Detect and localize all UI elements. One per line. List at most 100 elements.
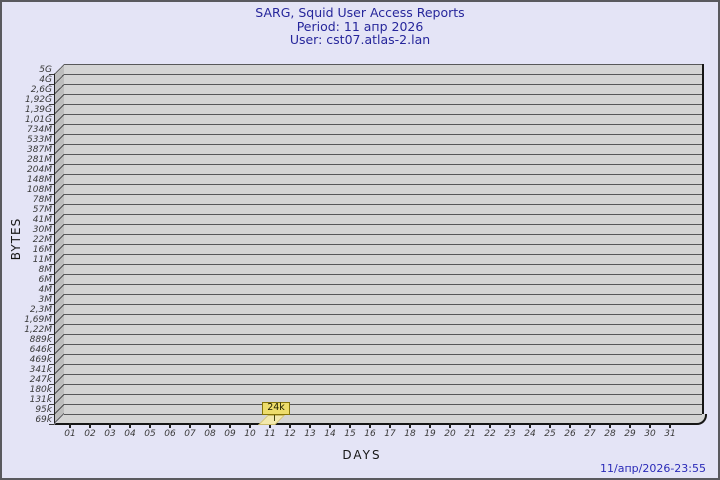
x-tick — [69, 423, 70, 428]
x-tick-label: 21 — [459, 429, 481, 439]
gridline — [64, 354, 702, 355]
x-tick — [489, 423, 490, 428]
x-tick — [149, 423, 150, 428]
gridline — [64, 264, 702, 265]
gridline — [64, 334, 702, 335]
gridline — [64, 244, 702, 245]
gridline — [64, 374, 702, 375]
y-tick-label: 131k — [2, 395, 52, 405]
y-tick-label: 1,01G — [2, 115, 52, 125]
x-tick — [469, 423, 470, 428]
x-tick-label: 31 — [659, 429, 681, 439]
gridline — [64, 64, 702, 65]
y-tick-label: 1,92G — [2, 95, 52, 105]
y-tick-label: 5G — [2, 65, 52, 75]
chart-left-wall — [54, 64, 64, 424]
x-tick — [409, 423, 410, 428]
x-tick-label: 23 — [499, 429, 521, 439]
x-tick-label: 30 — [639, 429, 661, 439]
gridline — [64, 214, 702, 215]
x-tick — [309, 423, 310, 428]
x-tick — [189, 423, 190, 428]
gridline — [64, 304, 702, 305]
x-tick-label: 20 — [439, 429, 461, 439]
y-tick-label: 646k — [2, 345, 52, 355]
y-tick-label: 4M — [2, 285, 52, 295]
gridline — [64, 114, 702, 115]
x-tick-label: 09 — [219, 429, 241, 439]
gridline — [64, 94, 702, 95]
y-tick-label: 469k — [2, 355, 52, 365]
gridline — [64, 74, 702, 75]
y-tick-label: 247k — [2, 375, 52, 385]
y-tick-label: 204M — [2, 165, 52, 175]
y-tick-label: 2,6G — [2, 85, 52, 95]
bar-value-label: 24k — [262, 402, 290, 415]
y-tick-label: 4G — [2, 75, 52, 85]
gridline — [64, 174, 702, 175]
x-tick-label: 16 — [359, 429, 381, 439]
x-tick-label: 17 — [379, 429, 401, 439]
y-axis-title: BYTES — [9, 209, 23, 269]
x-tick-label: 14 — [319, 429, 341, 439]
chart-face — [64, 64, 704, 414]
x-tick — [129, 423, 130, 428]
x-tick-label: 27 — [579, 429, 601, 439]
x-tick — [429, 423, 430, 428]
y-tick-label: 387M — [2, 145, 52, 155]
x-tick-label: 26 — [559, 429, 581, 439]
gridline — [64, 294, 702, 295]
x-tick-label: 15 — [339, 429, 361, 439]
gridline — [64, 384, 702, 385]
y-tick-label: 69k — [2, 415, 52, 425]
x-tick — [529, 423, 530, 428]
x-tick-label: 12 — [279, 429, 301, 439]
y-tick-label: 533M — [2, 135, 52, 145]
y-tick-label: 341k — [2, 365, 52, 375]
gridline — [64, 224, 702, 225]
x-tick-label: 07 — [179, 429, 201, 439]
y-tick — [49, 424, 54, 425]
x-tick — [369, 423, 370, 428]
gridline — [64, 314, 702, 315]
gridline — [64, 284, 702, 285]
x-tick — [589, 423, 590, 428]
gridline — [64, 144, 702, 145]
gridline — [64, 234, 702, 235]
x-tick-label: 18 — [399, 429, 421, 439]
gridline — [64, 134, 702, 135]
y-tick-label: 6M — [2, 275, 52, 285]
y-tick-label: 108M — [2, 185, 52, 195]
gridline — [64, 364, 702, 365]
x-tick — [549, 423, 550, 428]
generation-timestamp: 11/апр/2026-23:55 — [600, 462, 706, 475]
x-tick — [89, 423, 90, 428]
x-tick-label: 13 — [299, 429, 321, 439]
y-tick-label: 734M — [2, 125, 52, 135]
x-tick — [109, 423, 110, 428]
gridline — [64, 394, 702, 395]
x-tick-label: 04 — [119, 429, 141, 439]
y-tick-label: 1,69M — [2, 315, 52, 325]
x-tick — [289, 423, 290, 428]
sarg-report-image: SARG, Squid User Access Reports Period: … — [0, 0, 720, 480]
x-tick-label: 25 — [539, 429, 561, 439]
y-tick-label: 180k — [2, 385, 52, 395]
x-tick-label: 24 — [519, 429, 541, 439]
y-tick-label: 2,3M — [2, 305, 52, 315]
y-tick-label: 889k — [2, 335, 52, 345]
gridline — [64, 414, 702, 415]
x-tick-label: 03 — [99, 429, 121, 439]
x-tick-label: 10 — [239, 429, 261, 439]
x-tick — [169, 423, 170, 428]
gridline — [64, 324, 702, 325]
gridline — [64, 184, 702, 185]
y-tick-label: 3M — [2, 295, 52, 305]
gridline — [64, 84, 702, 85]
x-tick-label: 22 — [479, 429, 501, 439]
gridline — [64, 344, 702, 345]
y-tick-label: 281M — [2, 155, 52, 165]
x-tick — [649, 423, 650, 428]
x-tick — [249, 423, 250, 428]
x-tick-label: 29 — [619, 429, 641, 439]
